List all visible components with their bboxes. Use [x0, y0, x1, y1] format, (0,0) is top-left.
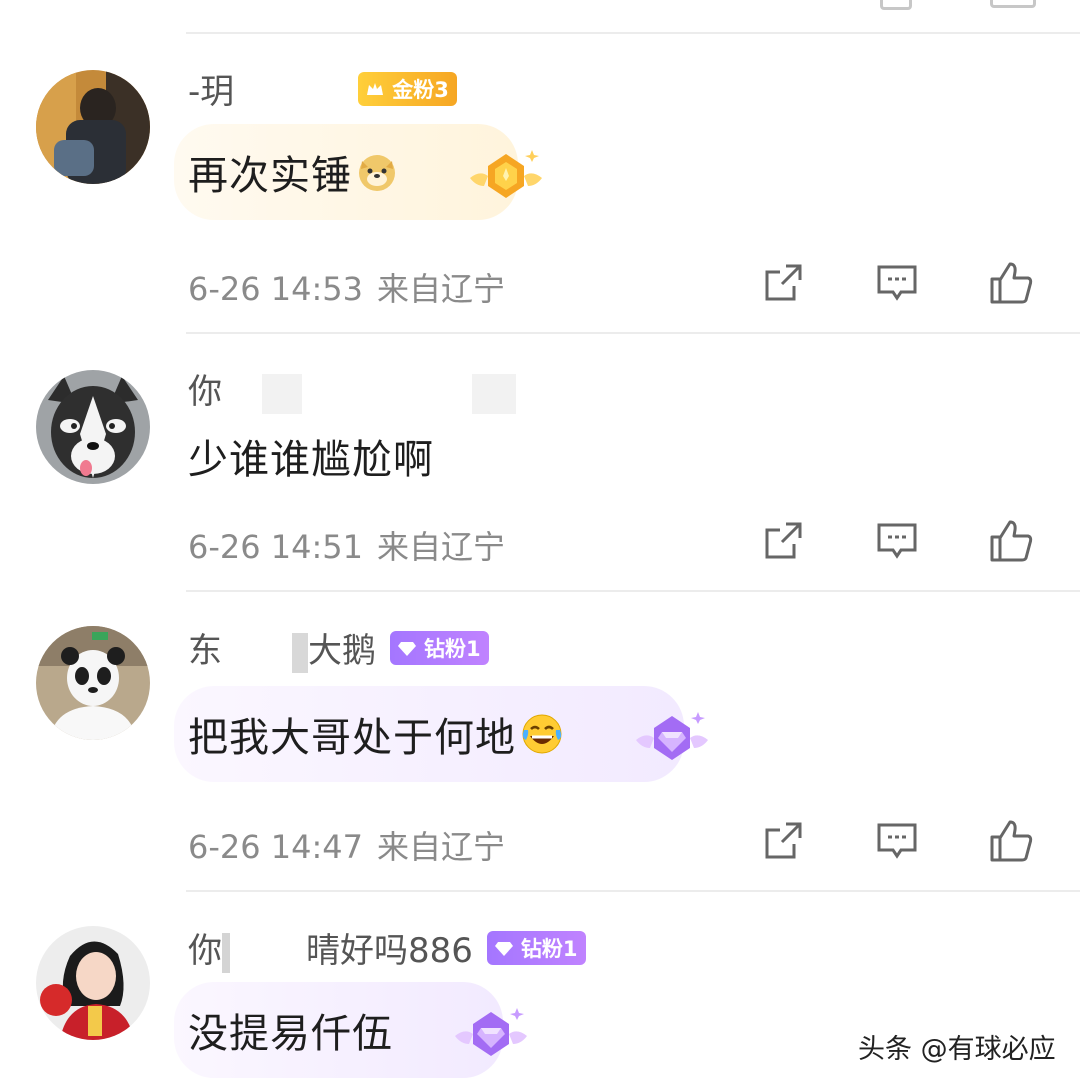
fan-badge[interactable]: 钻粉1: [390, 631, 489, 665]
comment-button[interactable]: [874, 260, 920, 306]
comment-header: 你: [188, 364, 516, 414]
action-bar: [760, 818, 1034, 864]
gold-medal-icon: [470, 150, 542, 198]
comment-bubble[interactable]: 把我大哥处于何地: [174, 686, 708, 782]
username[interactable]: 你: [188, 364, 516, 414]
comment-icon: [877, 265, 917, 301]
username[interactable]: 你晴好吗886: [188, 923, 473, 973]
location: 来自辽宁: [377, 270, 506, 308]
action-bar: [760, 260, 1034, 306]
like-button[interactable]: [988, 518, 1034, 564]
repost-button[interactable]: [760, 260, 806, 306]
comment-bubble[interactable]: 再次实锤: [174, 124, 542, 220]
comment-icon: [877, 823, 917, 859]
comment-icon[interactable]: [880, 0, 912, 10]
avatar[interactable]: [36, 926, 150, 1040]
badge-label: 金粉3: [392, 78, 449, 102]
comment-meta: 6-26 14:47 来自辽宁: [188, 822, 505, 868]
fan-badge[interactable]: 钻粉1: [486, 931, 586, 965]
badge-label: 钻粉1: [424, 637, 481, 661]
comment-bubble[interactable]: 少谁谁尴尬啊: [174, 408, 554, 504]
comment-bubble[interactable]: 没提易仟伍: [174, 982, 527, 1078]
timestamp: 6-26 14:47: [188, 828, 364, 866]
avatar[interactable]: [36, 70, 150, 184]
like-icon[interactable]: [990, 0, 1036, 8]
laugh-cry-emoji: [522, 714, 562, 754]
repost-icon: [765, 822, 802, 859]
avatar[interactable]: [36, 370, 150, 484]
comment-header: -玥 金粉3: [188, 64, 457, 114]
username[interactable]: 东大鹅: [188, 623, 376, 673]
like-button[interactable]: [988, 260, 1034, 306]
crown-icon: [367, 83, 384, 95]
repost-icon: [765, 264, 802, 301]
like-icon: [990, 820, 1033, 862]
watermark: 头条 @有球必应: [858, 1034, 1056, 1065]
comment-text: 再次实锤: [188, 153, 352, 199]
comment-button[interactable]: [874, 818, 920, 864]
repost-button[interactable]: [760, 518, 806, 564]
fan-badge[interactable]: 金粉3: [358, 72, 457, 106]
comment-text: 把我大哥处于何地: [188, 715, 516, 761]
comment-item: 东大鹅 钻粉1 把我大哥处于何地 6-26 14:47 来自辽宁: [0, 592, 1080, 890]
comment-button[interactable]: [874, 518, 920, 564]
comment-header: 东大鹅 钻粉1: [188, 623, 489, 673]
comment-header: 你晴好吗886 钻粉1: [188, 923, 586, 973]
diamond-medal-icon: [636, 712, 708, 760]
avatar[interactable]: [36, 626, 150, 740]
diamond-medal-icon: [455, 1008, 527, 1056]
comment-text: 没提易仟伍: [188, 1011, 393, 1057]
diamond-icon: [494, 942, 513, 956]
action-bar: [760, 518, 1034, 564]
comment-meta: 6-26 14:53 来自辽宁: [188, 264, 505, 310]
previous-comment-actions: [0, 0, 1080, 32]
comment-item: -玥 金粉3 再次实锤 6-26 14:53 来自辽宁: [0, 34, 1080, 332]
comment-text: 少谁谁尴尬啊: [188, 437, 434, 483]
repost-icon: [765, 522, 802, 559]
badge-label: 钻粉1: [520, 937, 578, 961]
username[interactable]: -玥: [188, 64, 345, 114]
repost-button[interactable]: [760, 818, 806, 864]
comment-icon: [877, 523, 917, 559]
location: 来自辽宁: [377, 528, 506, 566]
timestamp: 6-26 14:53: [188, 270, 364, 308]
timestamp: 6-26 14:51: [188, 528, 364, 566]
doge-emoji: [359, 155, 395, 191]
location: 来自辽宁: [377, 828, 506, 866]
like-icon: [990, 262, 1033, 304]
diamond-icon: [398, 642, 416, 656]
comment-item: 你 少谁谁尴尬啊 6-26 14:51 来自辽宁: [0, 334, 1080, 590]
comment-meta: 6-26 14:51 来自辽宁: [188, 522, 505, 568]
like-button[interactable]: [988, 818, 1034, 864]
like-icon: [990, 520, 1033, 562]
